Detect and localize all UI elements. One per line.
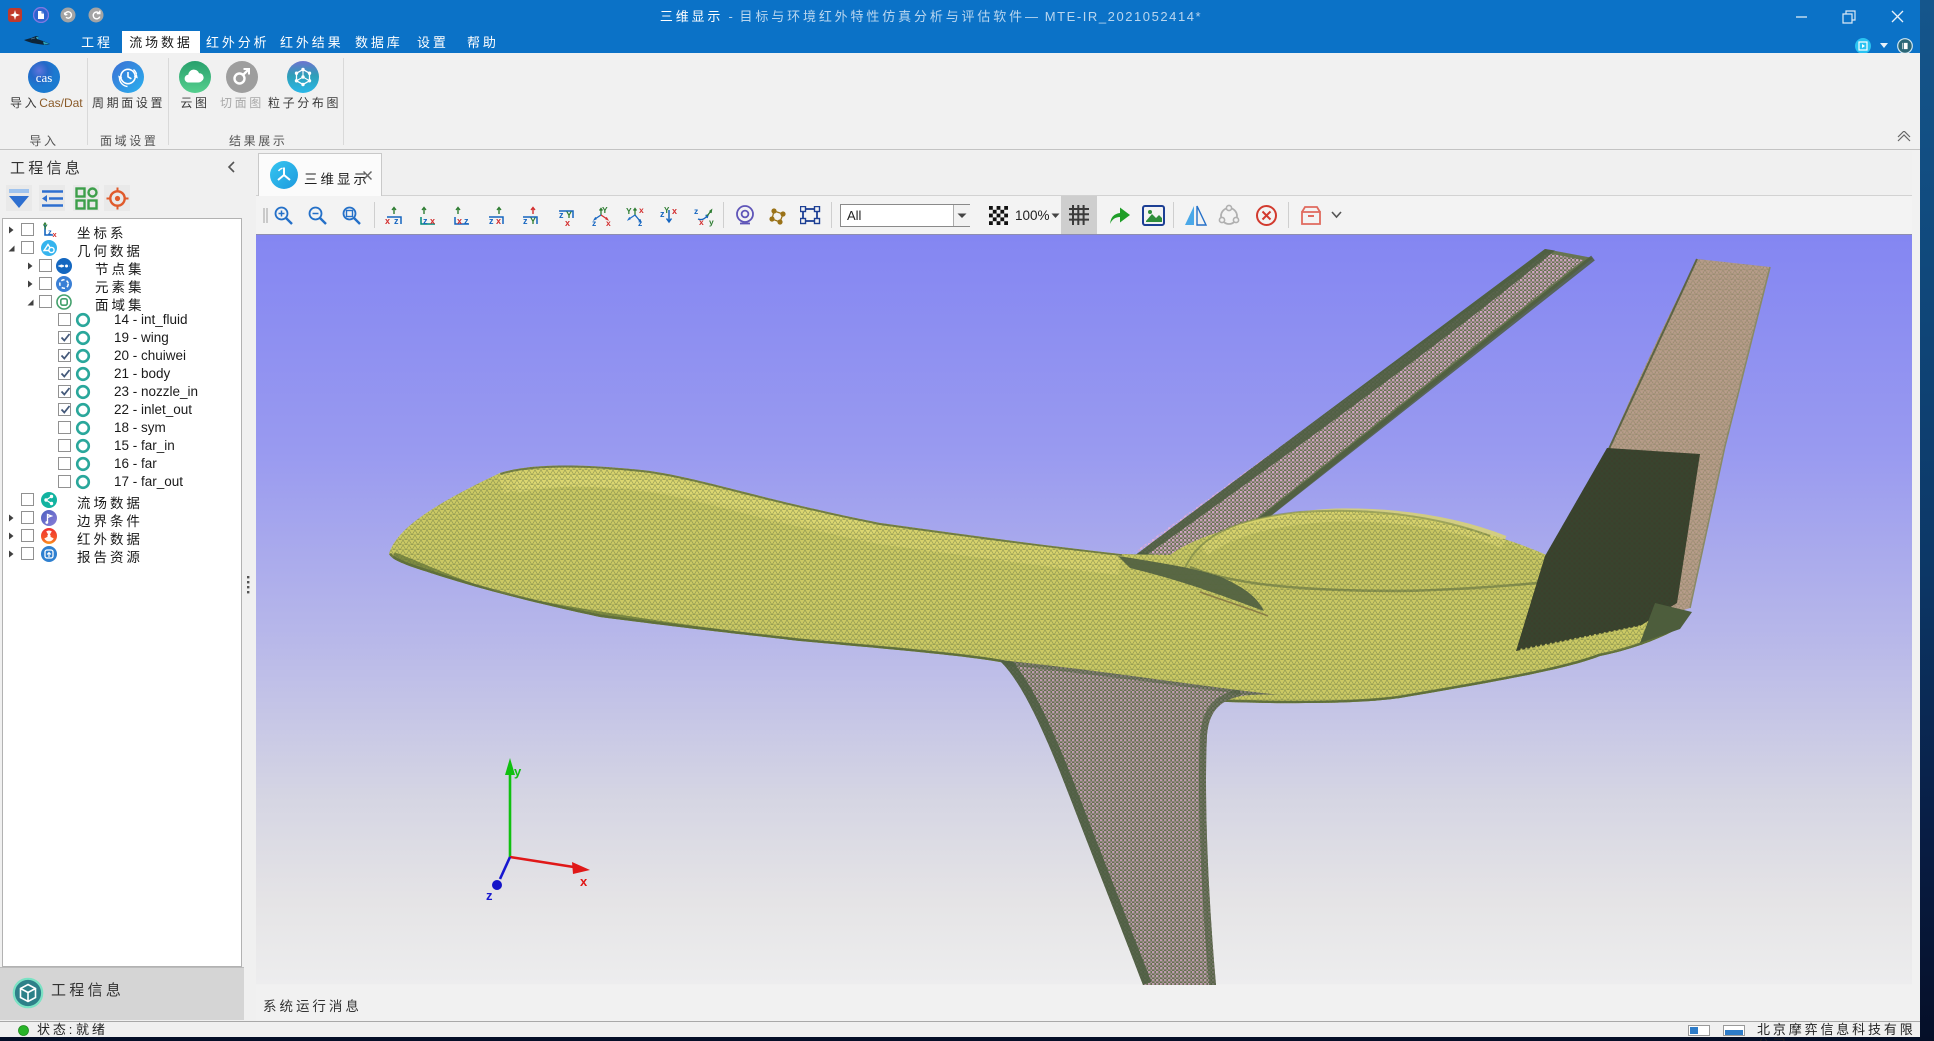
svg-text:Y: Y — [602, 205, 608, 215]
svg-text:x: x — [430, 216, 435, 226]
svg-text:x: x — [606, 218, 611, 227]
svg-text:x: x — [672, 206, 677, 216]
svg-text:z: z — [592, 218, 596, 227]
svg-text:x: x — [699, 217, 704, 227]
svg-text:z: z — [489, 216, 494, 226]
svg-text:Y: Y — [664, 206, 670, 215]
svg-text:z: z — [694, 206, 698, 216]
svg-text:x: x — [565, 218, 570, 227]
svg-text:x: x — [457, 216, 462, 226]
svg-text:y: y — [514, 764, 522, 779]
svg-text:z: z — [394, 216, 399, 226]
svg-text:x: x — [639, 205, 644, 215]
svg-text:z: z — [638, 218, 642, 227]
svg-text:x: x — [385, 216, 390, 226]
svg-text:x: x — [53, 230, 58, 238]
svg-text:z: z — [559, 210, 564, 220]
svg-text:Y: Y — [626, 206, 632, 216]
svg-text:z: z — [48, 228, 52, 237]
svg-text:x: x — [496, 216, 501, 226]
svg-text:z: z — [523, 216, 528, 226]
svg-text:x: x — [580, 874, 588, 889]
svg-text:z: z — [486, 888, 493, 903]
svg-text:cas: cas — [36, 70, 53, 85]
svg-text:Y: Y — [43, 223, 48, 232]
svg-text:z: z — [464, 216, 469, 226]
svg-text:Y: Y — [530, 216, 536, 226]
svg-text:z: z — [423, 216, 428, 226]
svg-text:y: y — [709, 217, 714, 227]
